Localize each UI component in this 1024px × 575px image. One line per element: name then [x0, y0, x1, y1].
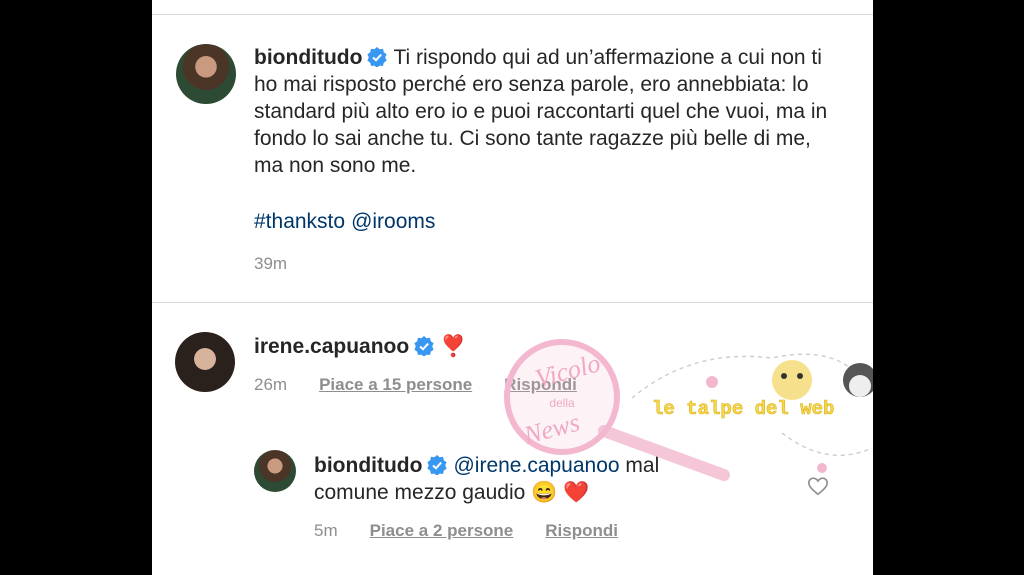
reply-mention[interactable]: @irene.capuanoo	[453, 454, 619, 477]
heart-outline-icon[interactable]	[807, 475, 829, 497]
comment-body: irene.capuanoo ❣️	[254, 333, 466, 360]
avatar-bionditudo-reply[interactable]	[254, 450, 296, 492]
post-time: 39m	[254, 254, 288, 273]
reply-body: bionditudo @irene.capuanoo mal comune mezz…	[314, 452, 784, 506]
section-divider	[152, 302, 873, 303]
watermark-tagline-text: le talpe del web	[652, 398, 834, 420]
post-username[interactable]: bionditudo	[254, 46, 362, 69]
verified-badge-icon	[414, 336, 434, 356]
post-caption: bionditudo Ti rispondo qui ad un’affermaz…	[254, 44, 844, 179]
hashtag-link[interactable]: #thanksto	[254, 210, 345, 233]
post-meta: 39m	[254, 254, 287, 274]
reply-username[interactable]: bionditudo	[314, 454, 422, 477]
reply-reply-button[interactable]: Rispondi	[545, 521, 618, 540]
reply-meta: 5m Piace a 2 persone Rispondi	[314, 521, 618, 541]
comment-time: 26m	[254, 375, 288, 394]
verified-badge-icon	[427, 455, 448, 475]
comment-reply-button[interactable]: Rispondi	[504, 375, 577, 394]
top-divider	[152, 14, 873, 15]
comment-text: ❣️	[440, 335, 467, 358]
reply-text-line1: mal	[625, 454, 660, 477]
reply-likes-link[interactable]: Piace a 2 persone	[370, 521, 514, 540]
post-tags: #thanksto @irooms	[254, 210, 441, 234]
comment-likes-link[interactable]: Piace a 15 persone	[319, 375, 472, 394]
mention-link[interactable]: @irooms	[351, 210, 435, 233]
reply-time: 5m	[314, 521, 338, 540]
stamp-line3: News	[520, 407, 583, 450]
avatar-bionditudo[interactable]	[176, 44, 236, 104]
avatar-irene[interactable]	[175, 332, 235, 392]
stamp-line2: della	[549, 396, 575, 410]
comment-username[interactable]: irene.capuanoo	[254, 335, 409, 358]
reply-text-line2: comune mezzo gaudio 😄 ❤️	[314, 481, 590, 504]
verified-badge-icon	[367, 47, 388, 67]
instagram-comments-panel: bionditudo Ti rispondo qui ad un’affermaz…	[152, 0, 873, 575]
comment-meta: 26m Piace a 15 persone Rispondi	[254, 375, 577, 395]
